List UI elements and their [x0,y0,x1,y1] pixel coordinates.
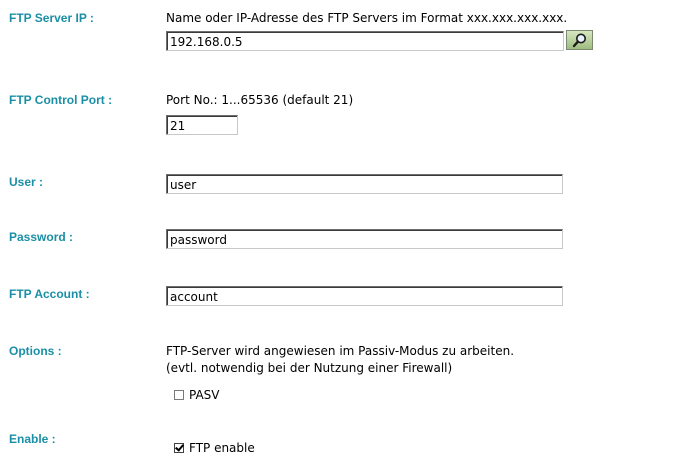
ftp-account-label: FTP Account : [9,287,90,301]
pasv-checkbox[interactable] [174,390,184,400]
options-hint-line2: (evtl. notwendig bei der Nutzung einer F… [166,361,453,375]
options-hint-line1: FTP-Server wird angewiesen im Passiv-Mod… [166,344,515,358]
ftp-control-port-input[interactable] [166,115,238,135]
ftp-account-input[interactable] [166,286,563,306]
ftp-control-port-label: FTP Control Port : [9,93,113,107]
ftp-control-port-hint: Port No.: 1...65536 (default 21) [166,93,354,107]
ftp-server-ip-hint: Name oder IP-Adresse des FTP Servers im … [166,11,568,25]
options-label: Options : [9,344,62,358]
ftp-server-ip-label: FTP Server IP : [9,11,94,25]
user-label: User : [9,175,44,189]
pasv-checkbox-label: PASV [189,388,220,402]
magnifier-icon [572,33,586,48]
search-server-button[interactable] [566,30,593,50]
ftp-server-ip-input[interactable] [166,31,564,51]
user-input[interactable] [166,174,563,194]
enable-label: Enable : [9,432,56,446]
ftp-enable-checkbox-label: FTP enable [189,441,255,455]
password-label: Password : [9,230,74,244]
password-input[interactable] [166,229,563,249]
ftp-enable-option[interactable]: FTP enable [174,441,255,455]
ftp-enable-checkbox[interactable] [174,443,184,453]
pasv-option[interactable]: PASV [174,388,220,402]
